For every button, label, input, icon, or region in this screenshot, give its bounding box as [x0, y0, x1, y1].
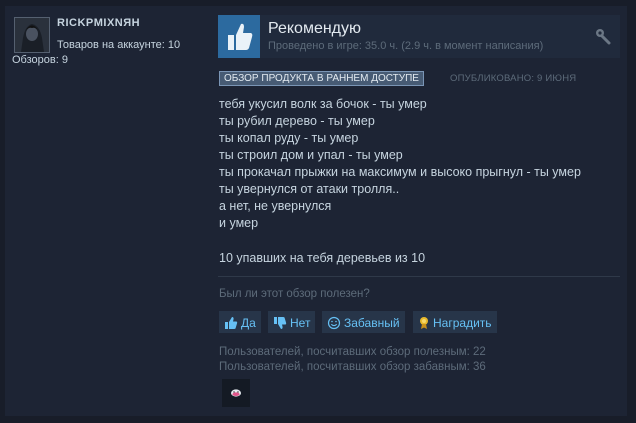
review-line: ты прокачал прыжки на максимум и высоко …: [219, 165, 581, 179]
helpful-question: Был ли этот обзор полезен?: [219, 288, 370, 300]
review-line: ты увернулся от атаки тролля..: [219, 182, 400, 196]
author-products-owned[interactable]: Товаров на аккаунте: 10: [57, 39, 180, 51]
thumbs-down-icon: [274, 316, 287, 329]
smiley-icon: [327, 316, 341, 329]
helpful-count: Пользователей, посчитавших обзор полезны…: [219, 346, 486, 358]
yes-button[interactable]: Да: [219, 311, 261, 333]
review-line: 10 упавших на тебя деревьев из 10: [219, 251, 426, 265]
author-username[interactable]: RICKPMIXNЯH: [57, 17, 140, 29]
thumbs-up-icon: [218, 15, 260, 58]
thumbs-up-icon: [225, 316, 238, 329]
no-button[interactable]: Нет: [268, 311, 316, 333]
wrench-icon[interactable]: [594, 27, 612, 50]
review-verdict[interactable]: Рекомендую: [268, 20, 361, 38]
award-button-label: Наградить: [433, 315, 492, 330]
review-hours: Проведено в игре: 35.0 ч. (2.9 ч. в моме…: [268, 40, 544, 52]
review-line: ты копал руду - ты умер: [219, 131, 359, 145]
divider: [218, 276, 620, 277]
funny-count: Пользователей, посчитавших обзор забавны…: [219, 361, 486, 373]
review-line: а нет, не увернулся: [219, 199, 332, 213]
received-award-icon[interactable]: [222, 379, 250, 407]
review-line: ты строил дом и упал - ты умер: [219, 148, 403, 162]
funny-button-label: Забавный: [344, 315, 400, 330]
award-button[interactable]: Наградить: [413, 311, 497, 333]
posted-date: ОПУБЛИКОВАНО: 9 ИЮНЯ: [450, 73, 577, 84]
early-access-badge: ОБЗОР ПРОДУКТА В РАННЕМ ДОСТУПЕ: [219, 71, 424, 86]
review-line: и умер: [219, 216, 259, 230]
funny-button[interactable]: Забавный: [322, 311, 405, 333]
no-button-label: Нет: [290, 315, 311, 330]
review-line: тебя укусил волк за бочок - ты умер: [219, 97, 427, 111]
award-icon: [420, 316, 428, 329]
author-reviews-count[interactable]: Обзоров: 9: [12, 54, 68, 66]
user-avatar[interactable]: [14, 17, 50, 53]
review-line: ты рубил дерево - ты умер: [219, 114, 375, 128]
yes-button-label: Да: [241, 315, 256, 330]
